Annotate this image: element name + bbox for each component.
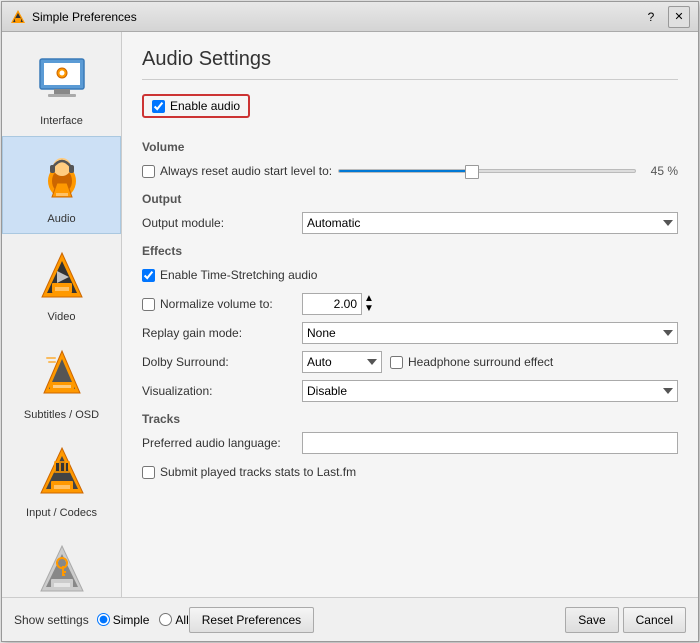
replay-gain-row: Replay gain mode: None Track Album xyxy=(142,322,678,344)
all-radio[interactable] xyxy=(159,613,172,626)
simple-radio-label[interactable]: Simple xyxy=(97,613,150,627)
sidebar-input-label: Input / Codecs xyxy=(26,507,97,519)
visualization-label: Visualization: xyxy=(142,384,302,398)
bottom-bar: Show settings Simple All Reset Preferenc… xyxy=(2,597,698,641)
simple-radio[interactable] xyxy=(97,613,110,626)
always-reset-checkbox[interactable] xyxy=(142,165,155,178)
tracks-section-header: Tracks xyxy=(142,412,678,426)
time-stretch-label[interactable]: Enable Time-Stretching audio xyxy=(142,268,317,282)
volume-slider-track xyxy=(338,169,636,173)
enable-audio-label[interactable]: Enable audio xyxy=(170,99,240,113)
help-button[interactable]: ? xyxy=(640,6,662,28)
sidebar-item-input[interactable]: Input / Codecs xyxy=(2,430,121,528)
volume-pct: 45 % xyxy=(642,164,678,178)
subtitles-icon xyxy=(30,341,94,405)
sidebar-video-label: Video xyxy=(48,311,76,323)
dolby-group: Auto On Off Headphone surround effect xyxy=(302,351,553,373)
hotkeys-icon xyxy=(30,537,94,597)
sidebar-item-interface[interactable]: Interface xyxy=(2,38,121,136)
volume-slider-thumb[interactable] xyxy=(465,165,479,179)
interface-icon xyxy=(30,47,94,111)
preferred-lang-input[interactable] xyxy=(302,432,678,454)
input-icon xyxy=(30,439,94,503)
always-reset-row: Always reset audio start level to: 45 % xyxy=(142,160,678,182)
time-stretch-row: Enable Time-Stretching audio xyxy=(142,264,678,286)
dolby-label: Dolby Surround: xyxy=(142,355,302,369)
close-button[interactable]: ✕ xyxy=(668,6,690,28)
sidebar-subtitles-label: Subtitles / OSD xyxy=(24,409,99,421)
output-section-header: Output xyxy=(142,192,678,206)
all-radio-label[interactable]: All xyxy=(159,613,188,627)
vlc-icon xyxy=(10,9,26,25)
output-module-row: Output module: Automatic DirectSound aud… xyxy=(142,212,678,234)
panel-title: Audio Settings xyxy=(142,48,678,80)
volume-slider-container: 45 % xyxy=(332,164,678,178)
preferred-lang-row: Preferred audio language: xyxy=(142,432,678,454)
save-button[interactable]: Save xyxy=(565,607,618,633)
headphone-label[interactable]: Headphone surround effect xyxy=(390,355,553,369)
visualization-select[interactable]: Disable Goom ProjectM Visual Spectromete… xyxy=(302,380,678,402)
sidebar-item-subtitles[interactable]: Subtitles / OSD xyxy=(2,332,121,430)
show-settings-label: Show settings xyxy=(14,613,89,627)
output-module-select[interactable]: Automatic DirectSound audio output WaveO… xyxy=(302,212,678,234)
reset-preferences-button[interactable]: Reset Preferences xyxy=(189,607,314,633)
replay-gain-select[interactable]: None Track Album xyxy=(302,322,678,344)
lastfm-label[interactable]: Submit played tracks stats to Last.fm xyxy=(142,465,356,479)
sidebar-item-audio[interactable]: Audio xyxy=(2,136,121,234)
lastfm-row: Submit played tracks stats to Last.fm xyxy=(142,461,678,483)
visualization-row: Visualization: Disable Goom ProjectM Vis… xyxy=(142,380,678,402)
dolby-select[interactable]: Auto On Off xyxy=(302,351,382,373)
dialog-window: Simple Preferences ? ✕ xyxy=(1,1,699,642)
volume-section-header: Volume xyxy=(142,140,678,154)
preferred-lang-label: Preferred audio language: xyxy=(142,436,302,450)
sidebar: Interface xyxy=(2,32,122,597)
sidebar-item-hotkeys[interactable]: Hotkeys xyxy=(2,528,121,597)
normalize-spinbox[interactable] xyxy=(302,293,362,315)
dolby-row: Dolby Surround: Auto On Off Headphone su… xyxy=(142,351,678,373)
sidebar-item-video[interactable]: Video xyxy=(2,234,121,332)
normalize-checkbox[interactable] xyxy=(142,298,155,311)
replay-gain-label: Replay gain mode: xyxy=(142,326,302,340)
content-panel: Audio Settings Enable audio Volume Alway… xyxy=(122,32,698,597)
always-reset-label[interactable]: Always reset audio start level to: xyxy=(142,164,332,178)
spinbox-arrows[interactable]: ▲ ▼ xyxy=(364,294,374,314)
lastfm-checkbox[interactable] xyxy=(142,466,155,479)
settings-mode-group: Simple All xyxy=(97,613,189,627)
enable-audio-container: Enable audio xyxy=(142,94,250,118)
headphone-checkbox[interactable] xyxy=(390,356,403,369)
main-content: Interface xyxy=(2,32,698,597)
normalize-label[interactable]: Normalize volume to: xyxy=(142,297,302,311)
normalize-row: Normalize volume to: ▲ ▼ xyxy=(142,293,678,315)
cancel-button[interactable]: Cancel xyxy=(623,607,686,633)
title-bar: Simple Preferences ? ✕ xyxy=(2,2,698,32)
enable-audio-checkbox[interactable] xyxy=(152,100,165,113)
sidebar-interface-label: Interface xyxy=(40,115,83,127)
title-bar-title: Simple Preferences xyxy=(32,10,640,24)
effects-section-header: Effects xyxy=(142,244,678,258)
audio-icon xyxy=(30,145,94,209)
output-module-label: Output module: xyxy=(142,216,302,230)
sidebar-audio-label: Audio xyxy=(47,213,75,225)
video-icon xyxy=(30,243,94,307)
time-stretch-checkbox[interactable] xyxy=(142,269,155,282)
volume-slider-fill xyxy=(339,170,472,172)
